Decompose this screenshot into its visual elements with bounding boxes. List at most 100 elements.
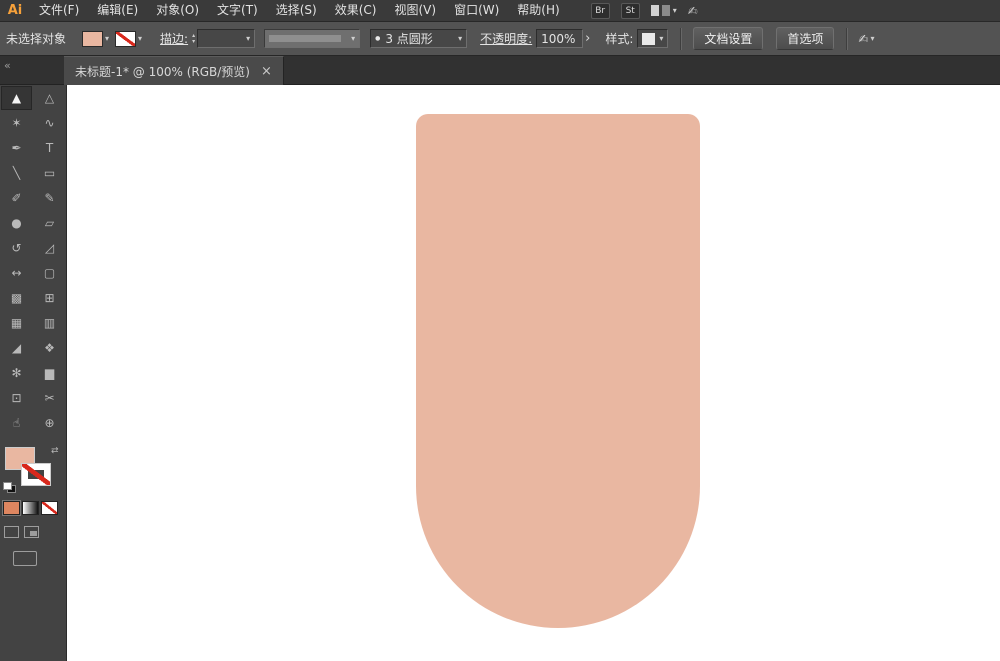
style-swatch: [642, 32, 656, 45]
width-tool[interactable]: ↔: [1, 261, 32, 285]
scale-tool[interactable]: ◿: [34, 236, 65, 260]
blend-tool[interactable]: ❖: [34, 336, 65, 360]
symbol-sprayer-tool-icon: ✻: [11, 365, 22, 380]
opacity-expander-icon[interactable]: ›: [583, 31, 592, 46]
perspective-grid-tool-icon: ⊞: [44, 290, 55, 305]
menu-edit[interactable]: 编辑(E): [88, 0, 147, 21]
hand-tool-icon: ☝: [12, 415, 21, 430]
default-fill-mini: [3, 482, 12, 490]
rectangle-tool[interactable]: ▭: [34, 161, 65, 185]
stroke-none-swatch[interactable]: [115, 30, 137, 47]
none-button[interactable]: [41, 501, 58, 515]
preferences-button[interactable]: 首选项: [776, 27, 835, 50]
brush-definition-dropdown[interactable]: ● 3 点圆形 ▾: [370, 29, 468, 48]
eraser-tool[interactable]: ▱: [34, 211, 65, 235]
style-dropdown[interactable]: ▾: [637, 29, 669, 48]
draw-behind-inner: [30, 531, 37, 536]
chevron-down-icon: ▾: [246, 33, 251, 43]
color-button[interactable]: [3, 501, 20, 515]
menu-bar-items: 文件(F) 编辑(E) 对象(O) 文字(T) 选择(S) 效果(C) 视图(V) 窗口(W)…: [30, 0, 569, 21]
canvas[interactable]: [67, 85, 1000, 661]
stroke-swatch[interactable]: [21, 463, 51, 486]
chevron-down-icon: ▾: [138, 33, 143, 43]
zoom-tool[interactable]: ⊕: [34, 411, 65, 435]
chevron-down-icon: ▾: [351, 33, 356, 43]
menu-bar-right: Br St ▾ ✍: [590, 2, 698, 19]
chevron-down-icon: ▾: [870, 33, 875, 43]
draw-normal-icon[interactable]: [4, 526, 19, 538]
paintbrush-tool-icon: ✐: [11, 190, 22, 205]
direct-selection-tool[interactable]: △: [34, 86, 65, 110]
collapse-panel-icon[interactable]: «: [4, 59, 11, 72]
document-tab-bar: « 未标题-1* @ 100% (RGB/预览) ×: [0, 56, 1000, 85]
chevron-down-icon: ▾: [659, 33, 664, 43]
selection-status: 未选择对象: [6, 32, 67, 46]
menu-file[interactable]: 文件(F): [30, 0, 88, 21]
menu-help[interactable]: 帮助(H): [508, 0, 568, 21]
bridge-icon[interactable]: Br: [590, 2, 610, 19]
menu-view[interactable]: 视图(V): [385, 0, 445, 21]
workspace-switcher[interactable]: ▾: [650, 5, 677, 16]
document-tab[interactable]: 未标题-1* @ 100% (RGB/预览) ×: [64, 56, 284, 85]
opacity-panel-link[interactable]: 不透明度:: [480, 30, 532, 47]
gradient-button[interactable]: [22, 501, 39, 515]
free-transform-tool[interactable]: ▢: [34, 261, 65, 285]
stock-icon[interactable]: St: [620, 2, 640, 19]
default-fill-stroke-icon[interactable]: [3, 482, 16, 493]
artboard-tool[interactable]: ⊡: [1, 386, 32, 410]
blob-brush-tool[interactable]: ●: [1, 211, 32, 235]
menu-effect[interactable]: 效果(C): [326, 0, 386, 21]
slice-tool[interactable]: ✂: [34, 386, 65, 410]
scale-tool-icon: ◿: [44, 240, 55, 255]
fill-color-swatch[interactable]: [82, 30, 104, 47]
selection-tool-icon: ▲: [11, 90, 22, 105]
swap-fill-stroke-icon[interactable]: ⇄: [51, 446, 59, 456]
stroke-weight-stepper[interactable]: ▴ ▾: [192, 33, 195, 45]
canvas-shape[interactable]: [416, 114, 700, 628]
draw-behind-icon[interactable]: [24, 526, 39, 538]
type-tool[interactable]: T: [34, 136, 65, 160]
close-icon[interactable]: ×: [261, 65, 272, 78]
screen-mode-button[interactable]: [13, 551, 37, 566]
separator: [846, 27, 849, 50]
column-graph-tool[interactable]: ▆: [34, 361, 65, 385]
menu-object[interactable]: 对象(O): [147, 0, 208, 21]
magic-wand-tool[interactable]: ✶: [1, 111, 32, 135]
rotate-tool[interactable]: ↺: [1, 236, 32, 260]
none-slash-icon: [116, 31, 136, 46]
opacity-field[interactable]: 100%: [536, 29, 584, 48]
menu-type[interactable]: 文字(T): [208, 0, 267, 21]
direct-selection-tool-icon: △: [44, 90, 55, 105]
eyedropper-tool[interactable]: ◢: [1, 336, 32, 360]
paintbrush-tool[interactable]: ✐: [1, 186, 32, 210]
free-transform-tool-icon: ▢: [43, 265, 56, 280]
shape-builder-tool[interactable]: ▩: [1, 286, 32, 310]
app-logo-icon[interactable]: Ai: [0, 0, 30, 21]
stepper-down-icon[interactable]: ▾: [192, 39, 195, 45]
gradient-tool[interactable]: ▥: [34, 311, 65, 335]
tools-panel: ▲ △ ✶ ∿ ✒ T ╲ ▭ ✐ ✎ ● ▱ ↺ ◿ ↔ ▢ ▩ ⊞ ▦ ▥ ◢ ❖ ✻ ▆ ⊡ ✂ ☝ ⊕ ⇄: [0, 85, 67, 661]
stroke-weight-dropdown[interactable]: ▾: [197, 29, 256, 48]
eraser-tool-icon: ▱: [44, 215, 55, 230]
cs-live-icon[interactable]: ✍: [688, 4, 698, 18]
selection-tool[interactable]: ▲: [1, 85, 32, 110]
mesh-tool[interactable]: ▦: [1, 311, 32, 335]
pen-tool[interactable]: ✒: [1, 136, 32, 160]
stroke-color-control[interactable]: ▾: [115, 30, 143, 47]
document-setup-button[interactable]: 文档设置: [693, 27, 764, 50]
menu-select[interactable]: 选择(S): [267, 0, 326, 21]
symbol-sprayer-tool[interactable]: ✻: [1, 361, 32, 385]
hand-tool[interactable]: ☝: [1, 411, 32, 435]
drawing-mode-buttons: [4, 526, 39, 538]
lasso-tool[interactable]: ∿: [34, 111, 65, 135]
menu-window[interactable]: 窗口(W): [445, 0, 508, 21]
perspective-grid-tool[interactable]: ⊞: [34, 286, 65, 310]
width-profile-dropdown[interactable]: ▾: [264, 29, 361, 48]
tool-options-control[interactable]: ✍ ▾: [858, 32, 874, 46]
menu-bar: Ai 文件(F) 编辑(E) 对象(O) 文字(T) 选择(S) 效果(C) 视图(V) 窗口…: [0, 0, 1000, 22]
line-segment-tool[interactable]: ╲: [1, 161, 32, 185]
zoom-tool-icon: ⊕: [44, 415, 55, 430]
fill-color-control[interactable]: ▾: [82, 30, 109, 47]
stroke-panel-link[interactable]: 描边:: [160, 30, 188, 47]
pencil-tool[interactable]: ✎: [34, 186, 65, 210]
